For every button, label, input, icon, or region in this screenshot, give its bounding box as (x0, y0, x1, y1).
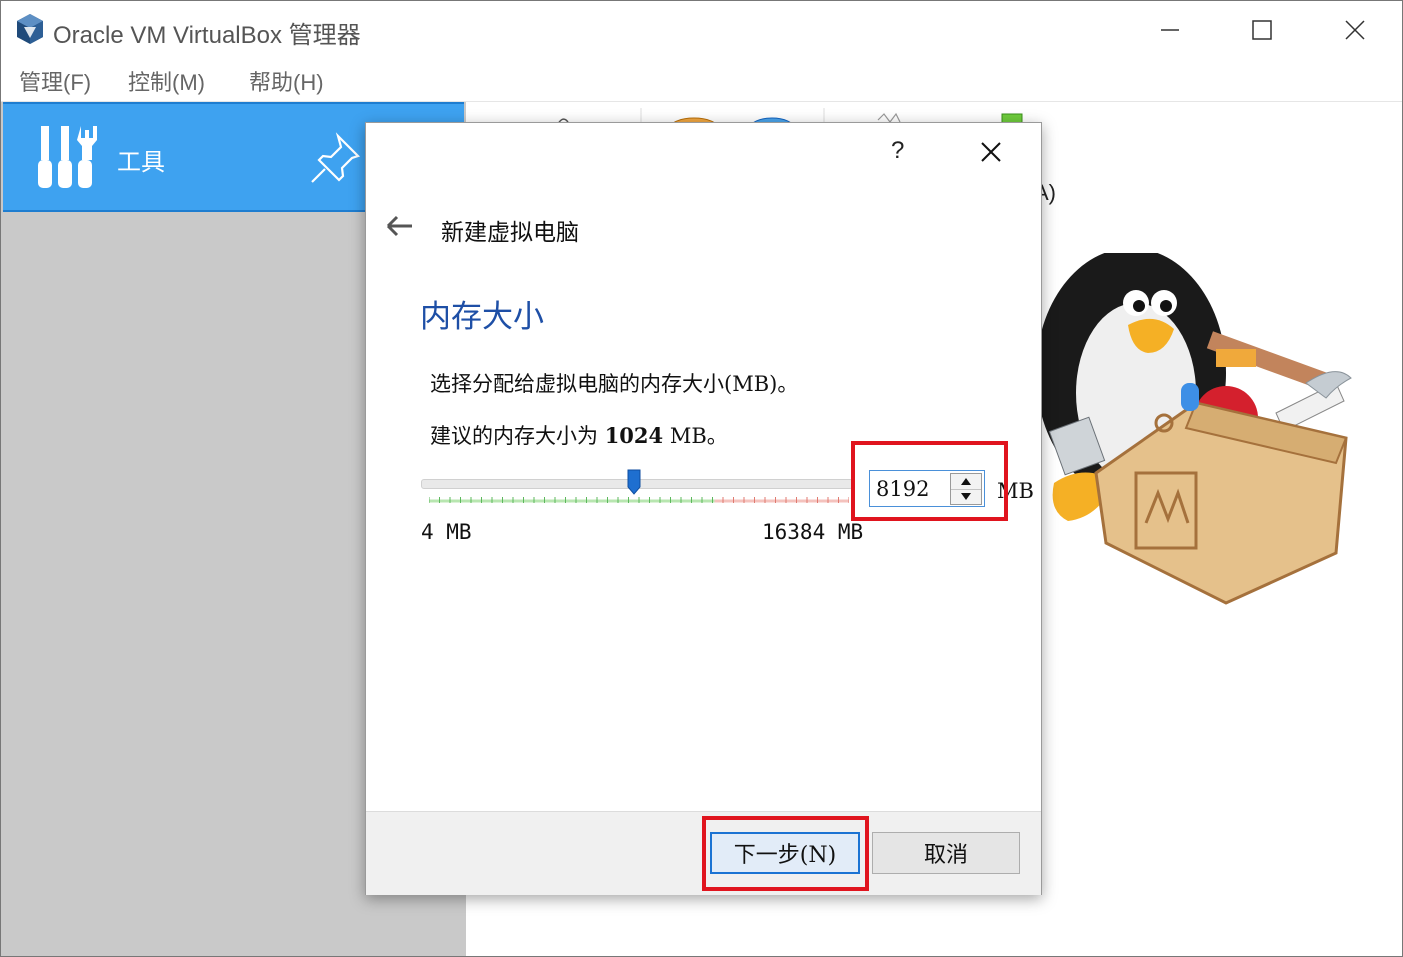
recommend-value: 1024 (604, 423, 664, 448)
virtualbox-window: Oracle VM VirtualBox 管理器 管理(F) 控制(M) 帮助(… (0, 0, 1403, 957)
title-bar: Oracle VM VirtualBox 管理器 (1, 1, 1402, 59)
spin-down-button[interactable] (951, 489, 981, 504)
new-vm-dialog: ? 新建虚拟电脑 内存大小 选择分配给虚拟电脑的内存大小(MB)。 建议的内存大… (365, 122, 1042, 895)
next-button[interactable]: 下一步(N) (710, 832, 860, 874)
minimize-icon (1161, 29, 1179, 31)
maximize-button[interactable] (1239, 9, 1285, 51)
spin-buttons (950, 473, 982, 505)
menu-help[interactable]: 帮助(H) (249, 65, 324, 97)
spin-up-button[interactable] (951, 474, 981, 490)
memory-spinbox[interactable] (869, 470, 985, 507)
slider-ticks (429, 497, 849, 503)
memory-slider[interactable] (421, 469, 853, 509)
window-title: Oracle VM VirtualBox 管理器 (53, 22, 361, 49)
cancel-button[interactable]: 取消 (872, 832, 1020, 874)
memory-description: 选择分配给虚拟电脑的内存大小(MB)。 (430, 372, 799, 396)
help-button[interactable]: ? (891, 137, 904, 165)
back-arrow-icon[interactable] (386, 215, 414, 237)
dialog-footer: 下一步(N) 取消 (366, 811, 1041, 895)
recommend-prefix: 建议的内存大小为 (430, 424, 605, 448)
slider-handle[interactable] (627, 469, 641, 495)
recommended-memory: 建议的内存大小为 1024 MB。 (430, 420, 728, 450)
recommend-suffix: MB。 (663, 424, 728, 448)
memory-size-input[interactable] (870, 471, 954, 506)
slider-min-label: 4 MB (421, 520, 472, 544)
page-heading: 内存大小 (420, 299, 544, 335)
maximize-icon (1252, 20, 1272, 40)
close-dialog-icon[interactable] (976, 137, 1006, 167)
tools-icon (38, 126, 97, 188)
sidebar-item-label: 工具 (117, 149, 165, 176)
close-icon (1345, 20, 1365, 40)
pin-icon[interactable] (308, 132, 362, 186)
arrow-down-icon (961, 493, 971, 500)
minimize-button[interactable] (1147, 9, 1193, 51)
virtualbox-logo-icon (17, 14, 43, 44)
close-window-button[interactable] (1332, 9, 1378, 51)
menu-bar: 管理(F) 控制(M) 帮助(H) (1, 59, 1402, 102)
tux-toolbox-illustration (1036, 253, 1352, 605)
memory-unit-label: MB (997, 479, 1034, 503)
slider-max-label: 16384 MB (762, 520, 864, 544)
arrow-up-icon (961, 478, 971, 485)
menu-control[interactable]: 控制(M) (128, 65, 205, 97)
dialog-title: 新建虚拟电脑 (441, 219, 579, 245)
menu-manage[interactable]: 管理(F) (19, 65, 91, 97)
